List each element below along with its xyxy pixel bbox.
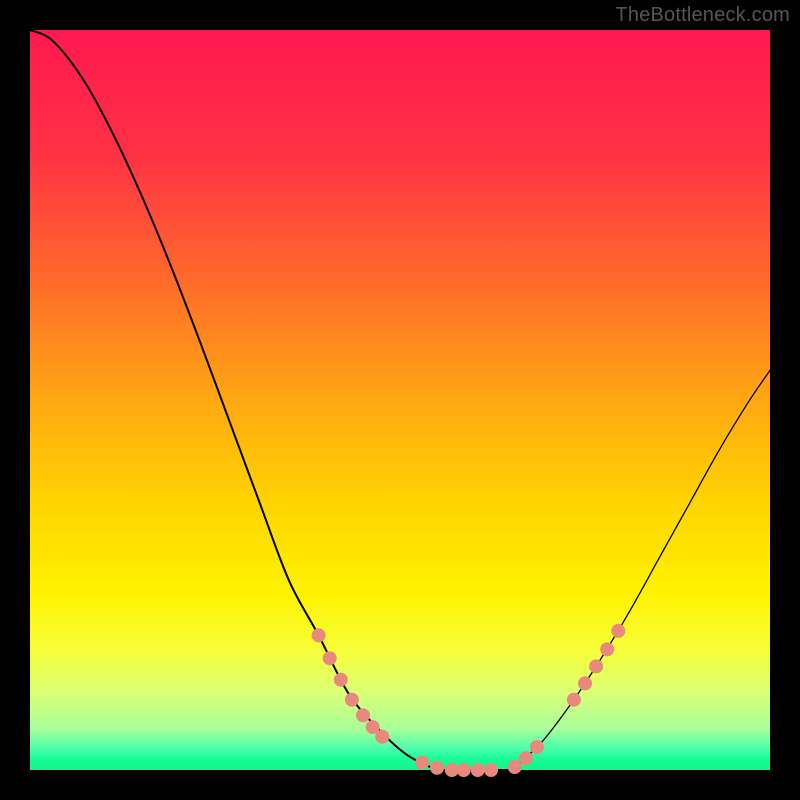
marker-point	[312, 628, 326, 642]
bottleneck-chart	[0, 0, 800, 800]
marker-point	[567, 693, 581, 707]
marker-point	[611, 624, 625, 638]
marker-point	[457, 763, 471, 777]
marker-point	[415, 756, 429, 770]
marker-point	[471, 763, 485, 777]
marker-point	[530, 740, 544, 754]
marker-point	[508, 760, 522, 774]
marker-point	[589, 659, 603, 673]
chart-stage: TheBottleneck.com	[0, 0, 800, 800]
marker-point	[323, 651, 337, 665]
marker-point	[345, 693, 359, 707]
marker-point	[484, 763, 498, 777]
marker-point	[356, 708, 370, 722]
marker-point	[430, 761, 444, 775]
marker-point	[375, 730, 389, 744]
marker-point	[578, 676, 592, 690]
marker-point	[334, 673, 348, 687]
marker-point	[600, 642, 614, 656]
gradient-plot-background	[30, 30, 770, 770]
marker-point	[519, 751, 533, 765]
watermark-text: TheBottleneck.com	[615, 4, 790, 27]
